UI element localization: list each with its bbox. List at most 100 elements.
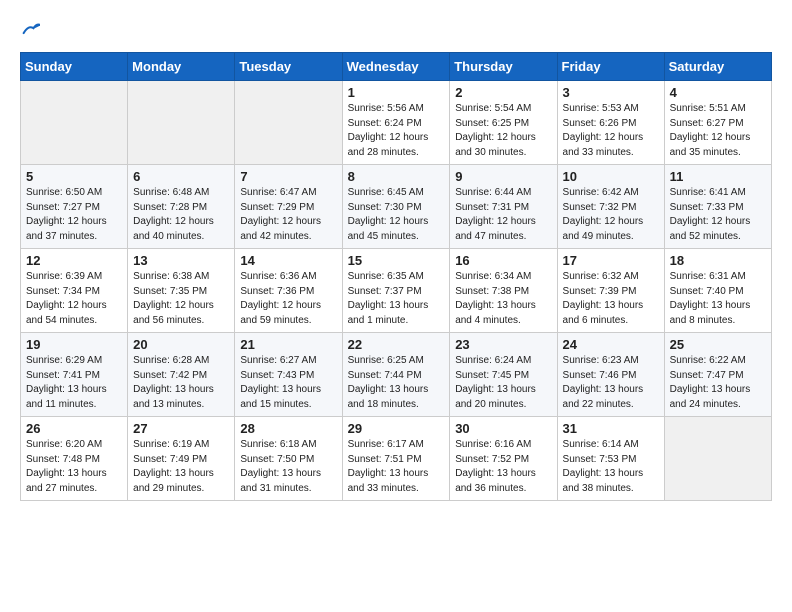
logo-text bbox=[20, 16, 40, 40]
logo-bird-icon bbox=[22, 23, 40, 35]
day-number: 20 bbox=[133, 337, 229, 352]
day-info: Sunrise: 6:31 AM Sunset: 7:40 PM Dayligh… bbox=[670, 270, 766, 328]
week-row-4: 19 Sunrise: 6:29 AM Sunset: 7:41 PM Dayli… bbox=[21, 333, 772, 417]
page: SundayMondayTuesdayWednesdayThursdayFrid… bbox=[0, 0, 792, 521]
day-number: 21 bbox=[240, 337, 336, 352]
day-info: Sunrise: 6:35 AM Sunset: 7:37 PM Dayligh… bbox=[348, 270, 445, 328]
day-number: 2 bbox=[455, 85, 551, 100]
day-number: 15 bbox=[348, 253, 445, 268]
col-header-saturday: Saturday bbox=[664, 53, 771, 81]
calendar-cell: 7 Sunrise: 6:47 AM Sunset: 7:29 PM Daylig… bbox=[235, 165, 342, 249]
day-number: 3 bbox=[563, 85, 659, 100]
day-number: 14 bbox=[240, 253, 336, 268]
day-info: Sunrise: 5:51 AM Sunset: 6:27 PM Dayligh… bbox=[670, 102, 766, 160]
day-info: Sunrise: 6:20 AM Sunset: 7:48 PM Dayligh… bbox=[26, 438, 122, 496]
calendar-cell: 4 Sunrise: 5:51 AM Sunset: 6:27 PM Daylig… bbox=[664, 81, 771, 165]
calendar-cell: 18 Sunrise: 6:31 AM Sunset: 7:40 PM Dayli… bbox=[664, 249, 771, 333]
calendar-cell: 20Sunrise: 6:28 AM Sunset: 7:42 PM Dayli… bbox=[128, 333, 235, 417]
day-info: Sunrise: 6:29 AM Sunset: 7:41 PM Dayligh… bbox=[26, 354, 122, 412]
calendar-cell: 13 Sunrise: 6:38 AM Sunset: 7:35 PM Dayli… bbox=[128, 249, 235, 333]
day-info: Sunrise: 6:45 AM Sunset: 7:30 PM Dayligh… bbox=[348, 186, 445, 244]
day-number: 24 bbox=[563, 337, 659, 352]
calendar-cell: 19 Sunrise: 6:29 AM Sunset: 7:41 PM Dayli… bbox=[21, 333, 128, 417]
header bbox=[20, 16, 772, 40]
calendar: SundayMondayTuesdayWednesdayThursdayFrid… bbox=[20, 52, 772, 501]
day-info: Sunrise: 6:42 AM Sunset: 7:32 PM Dayligh… bbox=[563, 186, 659, 244]
calendar-cell: 8 Sunrise: 6:45 AM Sunset: 7:30 PM Daylig… bbox=[342, 165, 450, 249]
day-number: 1 bbox=[348, 85, 445, 100]
calendar-cell: 6Sunrise: 6:48 AM Sunset: 7:28 PM Daylig… bbox=[128, 165, 235, 249]
day-info: Sunrise: 6:34 AM Sunset: 7:38 PM Dayligh… bbox=[455, 270, 551, 328]
day-info: Sunrise: 6:16 AM Sunset: 7:52 PM Dayligh… bbox=[455, 438, 551, 496]
calendar-cell bbox=[235, 81, 342, 165]
day-info: Sunrise: 6:41 AM Sunset: 7:33 PM Dayligh… bbox=[670, 186, 766, 244]
day-number: 16 bbox=[455, 253, 551, 268]
week-row-5: 26Sunrise: 6:20 AM Sunset: 7:48 PM Dayli… bbox=[21, 417, 772, 501]
calendar-cell: 10 Sunrise: 6:42 AM Sunset: 7:32 PM Dayli… bbox=[557, 165, 664, 249]
day-info: Sunrise: 6:32 AM Sunset: 7:39 PM Dayligh… bbox=[563, 270, 659, 328]
col-header-wednesday: Wednesday bbox=[342, 53, 450, 81]
col-header-monday: Monday bbox=[128, 53, 235, 81]
day-info: Sunrise: 6:24 AM Sunset: 7:45 PM Dayligh… bbox=[455, 354, 551, 412]
week-row-3: 12Sunrise: 6:39 AM Sunset: 7:34 PM Dayli… bbox=[21, 249, 772, 333]
calendar-cell: 23 Sunrise: 6:24 AM Sunset: 7:45 PM Dayli… bbox=[450, 333, 557, 417]
day-number: 27 bbox=[133, 421, 229, 436]
calendar-cell: 1Sunrise: 5:56 AM Sunset: 6:24 PM Daylig… bbox=[342, 81, 450, 165]
calendar-cell: 30 Sunrise: 6:16 AM Sunset: 7:52 PM Dayli… bbox=[450, 417, 557, 501]
day-number: 5 bbox=[26, 169, 122, 184]
day-number: 19 bbox=[26, 337, 122, 352]
col-header-tuesday: Tuesday bbox=[235, 53, 342, 81]
calendar-cell: 27 Sunrise: 6:19 AM Sunset: 7:49 PM Dayli… bbox=[128, 417, 235, 501]
day-number: 6 bbox=[133, 169, 229, 184]
day-number: 9 bbox=[455, 169, 551, 184]
day-number: 10 bbox=[563, 169, 659, 184]
col-header-sunday: Sunday bbox=[21, 53, 128, 81]
calendar-cell: 17 Sunrise: 6:32 AM Sunset: 7:39 PM Dayli… bbox=[557, 249, 664, 333]
day-number: 18 bbox=[670, 253, 766, 268]
day-info: Sunrise: 6:17 AM Sunset: 7:51 PM Dayligh… bbox=[348, 438, 445, 496]
day-info: Sunrise: 6:22 AM Sunset: 7:47 PM Dayligh… bbox=[670, 354, 766, 412]
day-number: 13 bbox=[133, 253, 229, 268]
day-info: Sunrise: 6:36 AM Sunset: 7:36 PM Dayligh… bbox=[240, 270, 336, 328]
calendar-cell: 11 Sunrise: 6:41 AM Sunset: 7:33 PM Dayli… bbox=[664, 165, 771, 249]
calendar-cell: 9 Sunrise: 6:44 AM Sunset: 7:31 PM Daylig… bbox=[450, 165, 557, 249]
calendar-cell: 2 Sunrise: 5:54 AM Sunset: 6:25 PM Daylig… bbox=[450, 81, 557, 165]
day-info: Sunrise: 6:25 AM Sunset: 7:44 PM Dayligh… bbox=[348, 354, 445, 412]
day-info: Sunrise: 6:44 AM Sunset: 7:31 PM Dayligh… bbox=[455, 186, 551, 244]
day-number: 11 bbox=[670, 169, 766, 184]
calendar-cell: 15 Sunrise: 6:35 AM Sunset: 7:37 PM Dayli… bbox=[342, 249, 450, 333]
day-info: Sunrise: 6:23 AM Sunset: 7:46 PM Dayligh… bbox=[563, 354, 659, 412]
day-info: Sunrise: 6:19 AM Sunset: 7:49 PM Dayligh… bbox=[133, 438, 229, 496]
calendar-cell: 3 Sunrise: 5:53 AM Sunset: 6:26 PM Daylig… bbox=[557, 81, 664, 165]
day-info: Sunrise: 6:14 AM Sunset: 7:53 PM Dayligh… bbox=[563, 438, 659, 496]
day-number: 4 bbox=[670, 85, 766, 100]
logo bbox=[20, 16, 40, 40]
calendar-cell: 16 Sunrise: 6:34 AM Sunset: 7:38 PM Dayli… bbox=[450, 249, 557, 333]
day-info: Sunrise: 6:39 AM Sunset: 7:34 PM Dayligh… bbox=[26, 270, 122, 328]
day-number: 25 bbox=[670, 337, 766, 352]
col-header-friday: Friday bbox=[557, 53, 664, 81]
day-number: 28 bbox=[240, 421, 336, 436]
calendar-cell: 28 Sunrise: 6:18 AM Sunset: 7:50 PM Dayli… bbox=[235, 417, 342, 501]
day-info: Sunrise: 5:53 AM Sunset: 6:26 PM Dayligh… bbox=[563, 102, 659, 160]
day-number: 17 bbox=[563, 253, 659, 268]
day-number: 23 bbox=[455, 337, 551, 352]
day-info: Sunrise: 6:47 AM Sunset: 7:29 PM Dayligh… bbox=[240, 186, 336, 244]
day-number: 30 bbox=[455, 421, 551, 436]
col-header-thursday: Thursday bbox=[450, 53, 557, 81]
day-info: Sunrise: 5:54 AM Sunset: 6:25 PM Dayligh… bbox=[455, 102, 551, 160]
day-number: 8 bbox=[348, 169, 445, 184]
calendar-cell: 5Sunrise: 6:50 AM Sunset: 7:27 PM Daylig… bbox=[21, 165, 128, 249]
calendar-cell: 14 Sunrise: 6:36 AM Sunset: 7:36 PM Dayli… bbox=[235, 249, 342, 333]
week-row-1: 1Sunrise: 5:56 AM Sunset: 6:24 PM Daylig… bbox=[21, 81, 772, 165]
calendar-cell: 24 Sunrise: 6:23 AM Sunset: 7:46 PM Dayli… bbox=[557, 333, 664, 417]
calendar-cell: 22Sunrise: 6:25 AM Sunset: 7:44 PM Dayli… bbox=[342, 333, 450, 417]
week-row-2: 5Sunrise: 6:50 AM Sunset: 7:27 PM Daylig… bbox=[21, 165, 772, 249]
calendar-cell: 26Sunrise: 6:20 AM Sunset: 7:48 PM Dayli… bbox=[21, 417, 128, 501]
day-number: 7 bbox=[240, 169, 336, 184]
calendar-cell: 12Sunrise: 6:39 AM Sunset: 7:34 PM Dayli… bbox=[21, 249, 128, 333]
day-info: Sunrise: 6:18 AM Sunset: 7:50 PM Dayligh… bbox=[240, 438, 336, 496]
calendar-cell: 25 Sunrise: 6:22 AM Sunset: 7:47 PM Dayli… bbox=[664, 333, 771, 417]
calendar-cell bbox=[128, 81, 235, 165]
day-info: Sunrise: 6:38 AM Sunset: 7:35 PM Dayligh… bbox=[133, 270, 229, 328]
